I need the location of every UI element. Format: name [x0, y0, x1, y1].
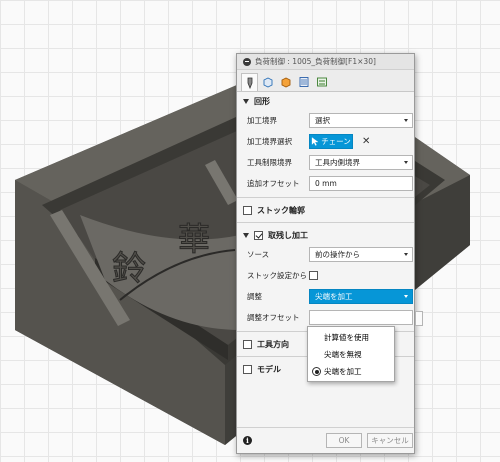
chevron-down-icon	[404, 253, 408, 256]
tab-heights[interactable]	[295, 73, 312, 91]
svg-text:華: 華	[178, 220, 210, 258]
chevron-down-icon	[404, 119, 408, 122]
stock-contour-label: ストック輪郭	[257, 205, 305, 215]
model-label: モデル	[257, 364, 281, 374]
row-additional-offset: 追加オフセット 0 mm	[237, 173, 414, 194]
machining-dialog: 負荷制御 : 1005_負荷制御[F1×30] 回形 加工境界 選択 加工境界選…	[236, 53, 423, 454]
divider	[237, 197, 414, 198]
source-select[interactable]: 前の操作から	[309, 247, 413, 262]
tab-tool[interactable]	[241, 73, 258, 91]
geometry-icon	[281, 77, 290, 88]
menu-item-label: 尖端を加工	[324, 367, 362, 376]
menu-item-label: 計算値を使用	[324, 333, 369, 342]
row-adjust-offset: 調整オフセット	[237, 307, 423, 328]
model-checkbox[interactable]	[243, 364, 252, 374]
cursor-arrow-icon	[312, 137, 319, 146]
tab-geometry[interactable]	[277, 73, 294, 91]
cancel-button[interactable]: キャンセル	[367, 433, 413, 448]
adjust-options-menu: 計算値を使用 尖端を無視 尖端を加工	[307, 326, 395, 382]
row-boundary-selection: 加工境界選択 チェーン ✕	[237, 131, 414, 152]
expand-triangle-icon	[243, 98, 249, 104]
machining-boundary-value: 選択	[315, 116, 330, 125]
row-source: ソース 前の操作から	[237, 244, 414, 265]
boundary-selection-label: 加工境界選択	[247, 137, 292, 146]
machining-boundary-select[interactable]: 選択	[309, 113, 413, 128]
section-geometry-label: 回形	[254, 96, 270, 106]
tool-containment-select[interactable]: 工具内側境界	[309, 155, 413, 170]
additional-offset-label: 追加オフセット	[247, 179, 300, 188]
menu-item-machine-cusps[interactable]: 尖端を加工	[308, 363, 394, 380]
chevron-down-icon	[404, 295, 408, 298]
source-value: 前の操作から	[315, 250, 360, 259]
row-tool-containment: 工具制限境界 工具内側境界	[237, 152, 414, 173]
collapse-icon[interactable]	[243, 57, 251, 66]
radio-selected-icon	[312, 367, 321, 376]
row-stock-setting: ストック設定から	[237, 265, 414, 286]
row-adjust: 調整 尖端を加工	[237, 286, 414, 307]
chevron-down-icon	[404, 161, 408, 164]
machining-boundary-label: 加工境界	[247, 116, 277, 125]
adjust-label: 調整	[247, 292, 262, 301]
adjust-offset-input[interactable]	[309, 310, 423, 326]
dialog-titlebar[interactable]: 負荷制御 : 1005_負荷制御[F1×30]	[237, 54, 414, 70]
dialog-title: 負荷制御 : 1005_負荷制御[F1×30]	[255, 57, 376, 66]
chain-button-label: チェーン	[321, 137, 351, 146]
svg-text:鈴: 鈴	[112, 249, 146, 289]
adjust-value: 尖端を加工	[315, 292, 353, 301]
menu-item-use-computed[interactable]: 計算値を使用	[308, 329, 394, 346]
stock-icon	[263, 77, 272, 88]
tool-orientation-checkbox[interactable]	[243, 339, 252, 349]
ok-button[interactable]: OK	[326, 433, 362, 448]
source-label: ソース	[247, 250, 270, 259]
stock-setting-checkbox[interactable]	[309, 271, 318, 280]
heights-icon	[299, 77, 308, 87]
dialog-footer: i OK キャンセル	[237, 427, 414, 453]
clear-selection-icon[interactable]: ✕	[362, 136, 370, 147]
tool-containment-label: 工具制限境界	[247, 158, 292, 167]
section-rest-machining[interactable]: 取残し加工	[237, 226, 414, 244]
menu-item-label: 尖端を無視	[324, 350, 362, 359]
tool-containment-value: 工具内側境界	[315, 158, 360, 167]
section-geometry-header[interactable]: 回形	[237, 92, 414, 110]
stock-setting-label: ストック設定から	[247, 271, 307, 280]
rest-machining-checkbox[interactable]	[254, 230, 263, 240]
expand-triangle-icon	[243, 232, 249, 238]
tool-orientation-label: 工具方向	[257, 339, 289, 349]
tab-passes[interactable]	[313, 73, 330, 91]
chain-select-button[interactable]: チェーン	[309, 134, 353, 149]
passes-icon	[316, 77, 327, 87]
info-icon[interactable]: i	[243, 436, 252, 445]
adjust-select[interactable]: 尖端を加工	[309, 289, 413, 304]
additional-offset-value: 0 mm	[315, 179, 337, 188]
offset-stepper[interactable]	[415, 311, 423, 326]
stock-contour-checkbox[interactable]	[243, 205, 252, 215]
adjust-offset-label: 調整オフセット	[247, 313, 300, 322]
row-machining-boundary: 加工境界 選択	[237, 110, 414, 131]
divider	[237, 222, 414, 223]
menu-item-ignore-cusps[interactable]: 尖端を無視	[308, 346, 394, 363]
rest-machining-label: 取残し加工	[268, 230, 308, 240]
section-stock-contour[interactable]: ストック輪郭	[237, 201, 414, 219]
tool-icon	[247, 77, 252, 89]
additional-offset-input[interactable]: 0 mm	[309, 176, 413, 191]
dialog-tabs	[237, 70, 414, 92]
tab-stock[interactable]	[259, 73, 276, 91]
